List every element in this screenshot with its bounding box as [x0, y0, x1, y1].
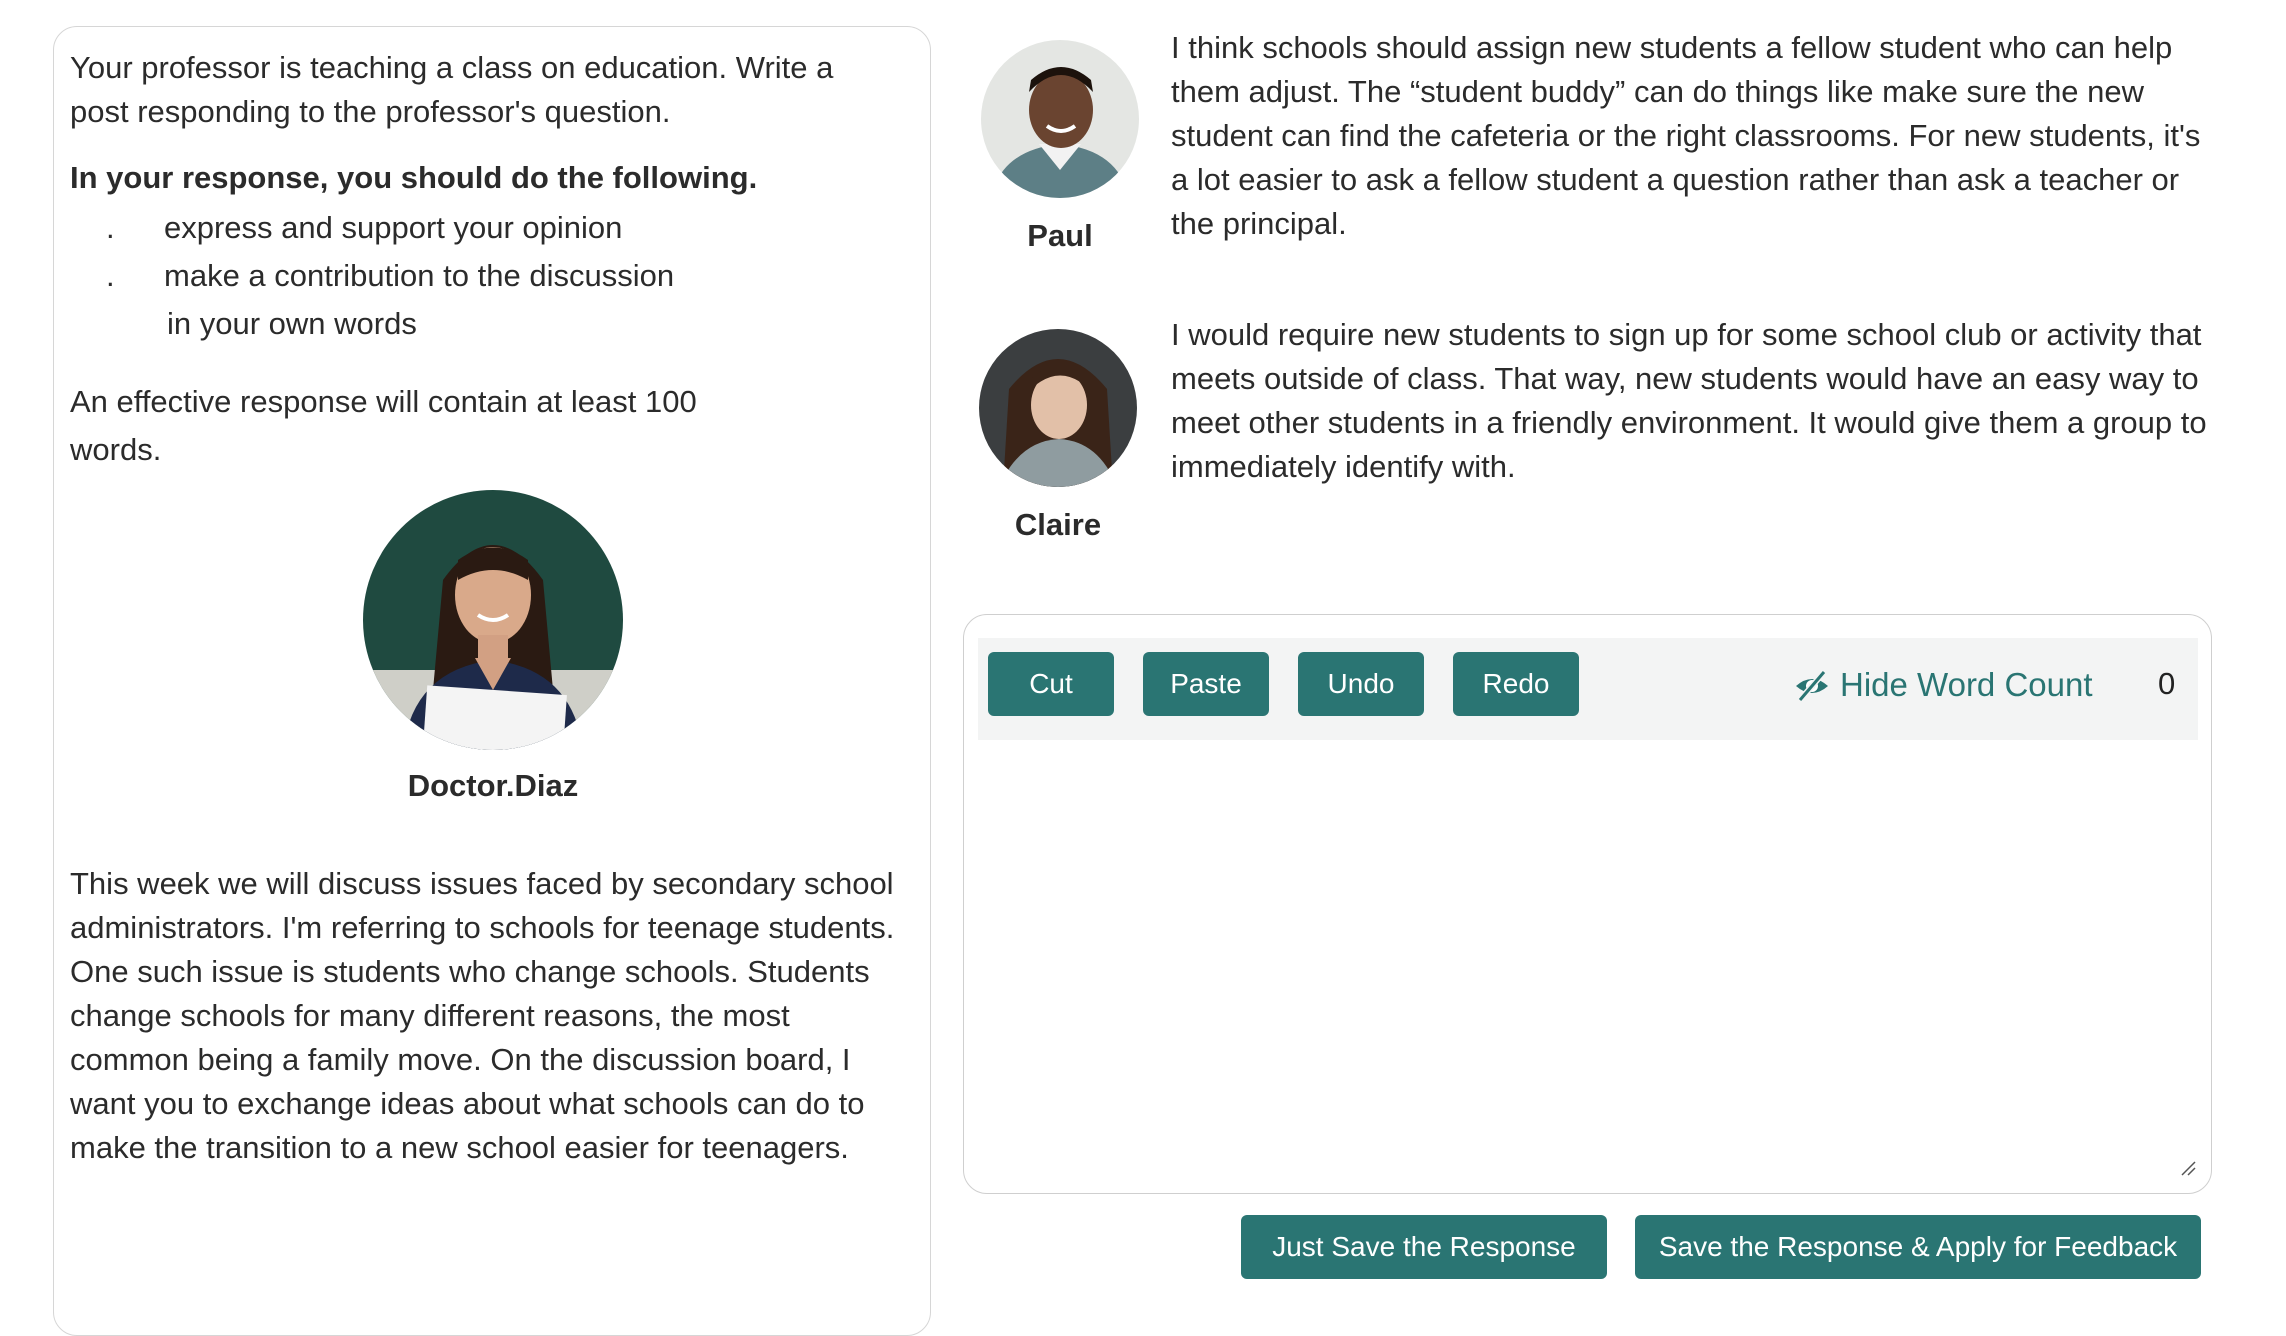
instructions-bullet-continuation: in your own words	[167, 306, 417, 341]
hide-word-count-toggle[interactable]: Hide Word Count	[1792, 664, 2093, 706]
instructions-heading: In your response, you should do the foll…	[70, 160, 758, 195]
resize-grip-icon[interactable]	[2180, 1160, 2196, 1176]
paul-avatar	[981, 40, 1139, 198]
hide-word-count-label: Hide Word Count	[1840, 666, 2093, 703]
instructions-bullet: express and support your opinion	[164, 210, 623, 245]
instructions-bullet: make a contribution to the discussion	[164, 258, 675, 293]
professor-name: Doctor.Diaz	[407, 768, 579, 803]
eye-slash-icon	[1792, 668, 1832, 702]
professor-question: This week we will discuss issues faced b…	[70, 866, 895, 1165]
paul-name: Paul	[1027, 218, 1093, 253]
save-and-feedback-button[interactable]: Save the Response & Apply for Feedback	[1635, 1215, 2201, 1279]
bullet-marker: .	[106, 258, 115, 293]
just-save-button[interactable]: Just Save the Response	[1241, 1215, 1607, 1279]
claire-name: Claire	[1014, 507, 1102, 542]
paul-post: I think schools should assign new studen…	[1171, 30, 2201, 241]
bullet-marker: .	[106, 210, 115, 245]
word-count-value: 0	[2158, 666, 2176, 701]
claire-post: I would require new students to sign up …	[1171, 317, 2207, 484]
claire-avatar	[979, 329, 1137, 487]
word-requirement: An effective response will contain at le…	[70, 384, 697, 467]
professor-avatar	[363, 490, 623, 750]
response-textarea[interactable]	[978, 745, 2202, 1179]
undo-button[interactable]: Undo	[1298, 652, 1424, 716]
redo-button[interactable]: Redo	[1453, 652, 1579, 716]
cut-button[interactable]: Cut	[988, 652, 1114, 716]
instructions-intro: Your professor is teaching a class on ed…	[70, 50, 834, 129]
paste-button[interactable]: Paste	[1143, 652, 1269, 716]
